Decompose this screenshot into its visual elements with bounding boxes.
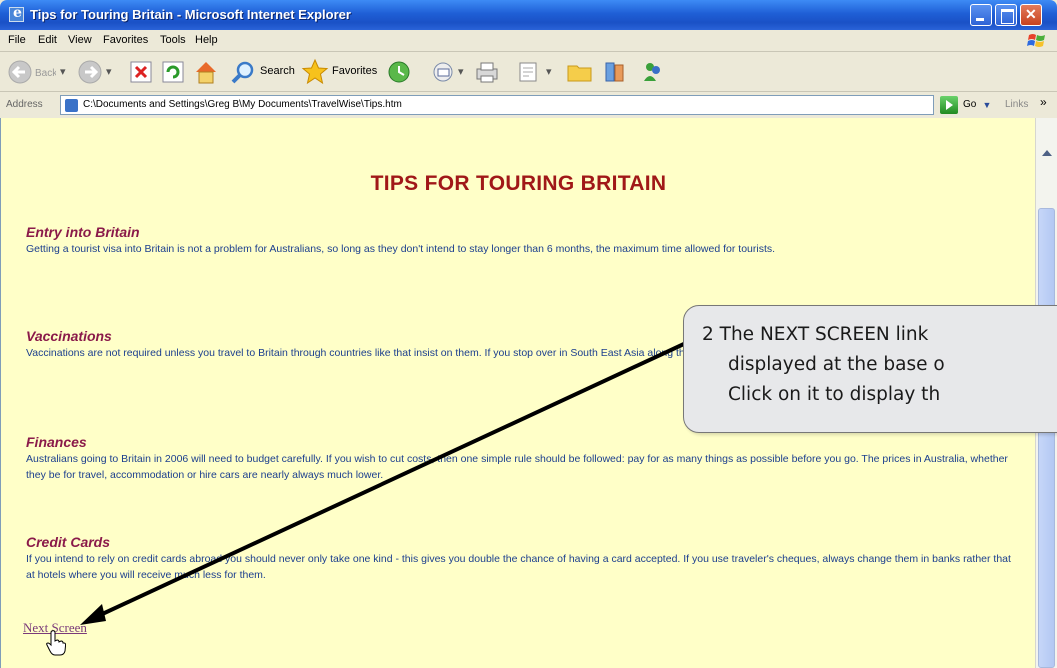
section-title-vaccinations: Vaccinations bbox=[26, 328, 112, 344]
section-body-credit-cards: If you intend to rely on credit cards ab… bbox=[26, 553, 1011, 581]
go-arrow-icon[interactable] bbox=[940, 96, 958, 114]
address-url: C:\Documents and Settings\Greg B\My Docu… bbox=[83, 99, 402, 110]
forward-dropdown-icon[interactable]: ▾ bbox=[106, 65, 112, 78]
links-label[interactable]: Links bbox=[1005, 99, 1028, 110]
menu-help[interactable]: Help bbox=[195, 34, 218, 46]
refresh-icon[interactable] bbox=[160, 57, 186, 87]
folder-icon[interactable] bbox=[565, 57, 595, 87]
back-label: Back bbox=[35, 68, 56, 79]
stop-icon[interactable] bbox=[128, 57, 154, 87]
print-icon[interactable] bbox=[472, 57, 502, 87]
close-button[interactable] bbox=[1020, 4, 1042, 26]
favorites-label[interactable]: Favorites bbox=[332, 65, 377, 77]
section-title-entry: Entry into Britain bbox=[26, 224, 140, 240]
toolbar: Back ▾ ▾ Search Favorites ▾ ▾ bbox=[0, 52, 1057, 92]
menu-view[interactable]: View bbox=[68, 34, 92, 46]
menu-bar: File Edit View Favorites Tools Help bbox=[0, 30, 1057, 52]
menu-file[interactable]: File bbox=[8, 34, 26, 46]
page-heading: TIPS FOR TOURING BRITAIN bbox=[370, 172, 667, 195]
menu-favorites[interactable]: Favorites bbox=[103, 34, 148, 46]
ie-logo-icon bbox=[9, 5, 24, 22]
ie-window: Tips for Touring Britain - Microsoft Int… bbox=[0, 0, 1057, 668]
history-icon[interactable] bbox=[385, 57, 413, 87]
menu-tools[interactable]: Tools bbox=[160, 34, 186, 46]
favorites-star-icon[interactable] bbox=[300, 57, 330, 87]
page-icon bbox=[65, 99, 78, 112]
callout-line-3: Click on it to display th bbox=[728, 384, 941, 405]
minimize-button[interactable] bbox=[970, 4, 992, 26]
instruction-callout: 2 The NEXT SCREEN link displayed at the … bbox=[683, 305, 1057, 433]
section-body-finances: Australians going to Britain in 2006 wil… bbox=[26, 453, 1008, 481]
windows-flag-icon bbox=[1027, 34, 1045, 47]
search-label[interactable]: Search bbox=[260, 65, 295, 77]
section-body-entry: Getting a tourist visa into Britain is n… bbox=[26, 243, 776, 255]
edit-dropdown-icon[interactable]: ▾ bbox=[546, 65, 552, 78]
callout-line-1: 2 The NEXT SCREEN link bbox=[702, 324, 929, 345]
mail-dropdown-icon[interactable]: ▾ bbox=[458, 65, 464, 78]
section-title-credit-cards: Credit Cards bbox=[26, 534, 111, 550]
section-title-finances: Finances bbox=[26, 434, 87, 450]
research-icon[interactable] bbox=[600, 57, 630, 87]
address-dropdown-icon[interactable]: ▼ bbox=[979, 100, 995, 116]
address-label: Address bbox=[6, 99, 43, 110]
scroll-thumb[interactable] bbox=[1038, 208, 1055, 668]
maximize-button[interactable] bbox=[995, 4, 1017, 26]
back-dropdown-icon[interactable]: ▾ bbox=[60, 65, 66, 78]
title-bar[interactable]: Tips for Touring Britain - Microsoft Int… bbox=[0, 0, 1057, 30]
forward-button[interactable] bbox=[76, 57, 106, 87]
menu-edit[interactable]: Edit bbox=[38, 34, 57, 46]
back-button[interactable]: Back bbox=[6, 57, 56, 87]
messenger-icon[interactable] bbox=[638, 57, 668, 87]
address-input[interactable]: C:\Documents and Settings\Greg B\My Docu… bbox=[60, 95, 991, 115]
window-title: Tips for Touring Britain - Microsoft Int… bbox=[30, 7, 351, 22]
address-bar: Address C:\Documents and Settings\Greg B… bbox=[0, 93, 1057, 117]
hand-cursor-icon bbox=[46, 630, 66, 656]
scroll-up-icon[interactable] bbox=[1039, 146, 1055, 162]
home-icon[interactable] bbox=[192, 57, 220, 87]
mail-icon[interactable] bbox=[430, 57, 460, 87]
callout-line-2: displayed at the base o bbox=[728, 354, 945, 375]
go-button[interactable]: Go bbox=[963, 99, 976, 110]
search-icon[interactable] bbox=[228, 57, 258, 87]
links-chevron-icon[interactable]: » bbox=[1040, 95, 1047, 109]
edit-page-icon[interactable] bbox=[515, 57, 543, 87]
